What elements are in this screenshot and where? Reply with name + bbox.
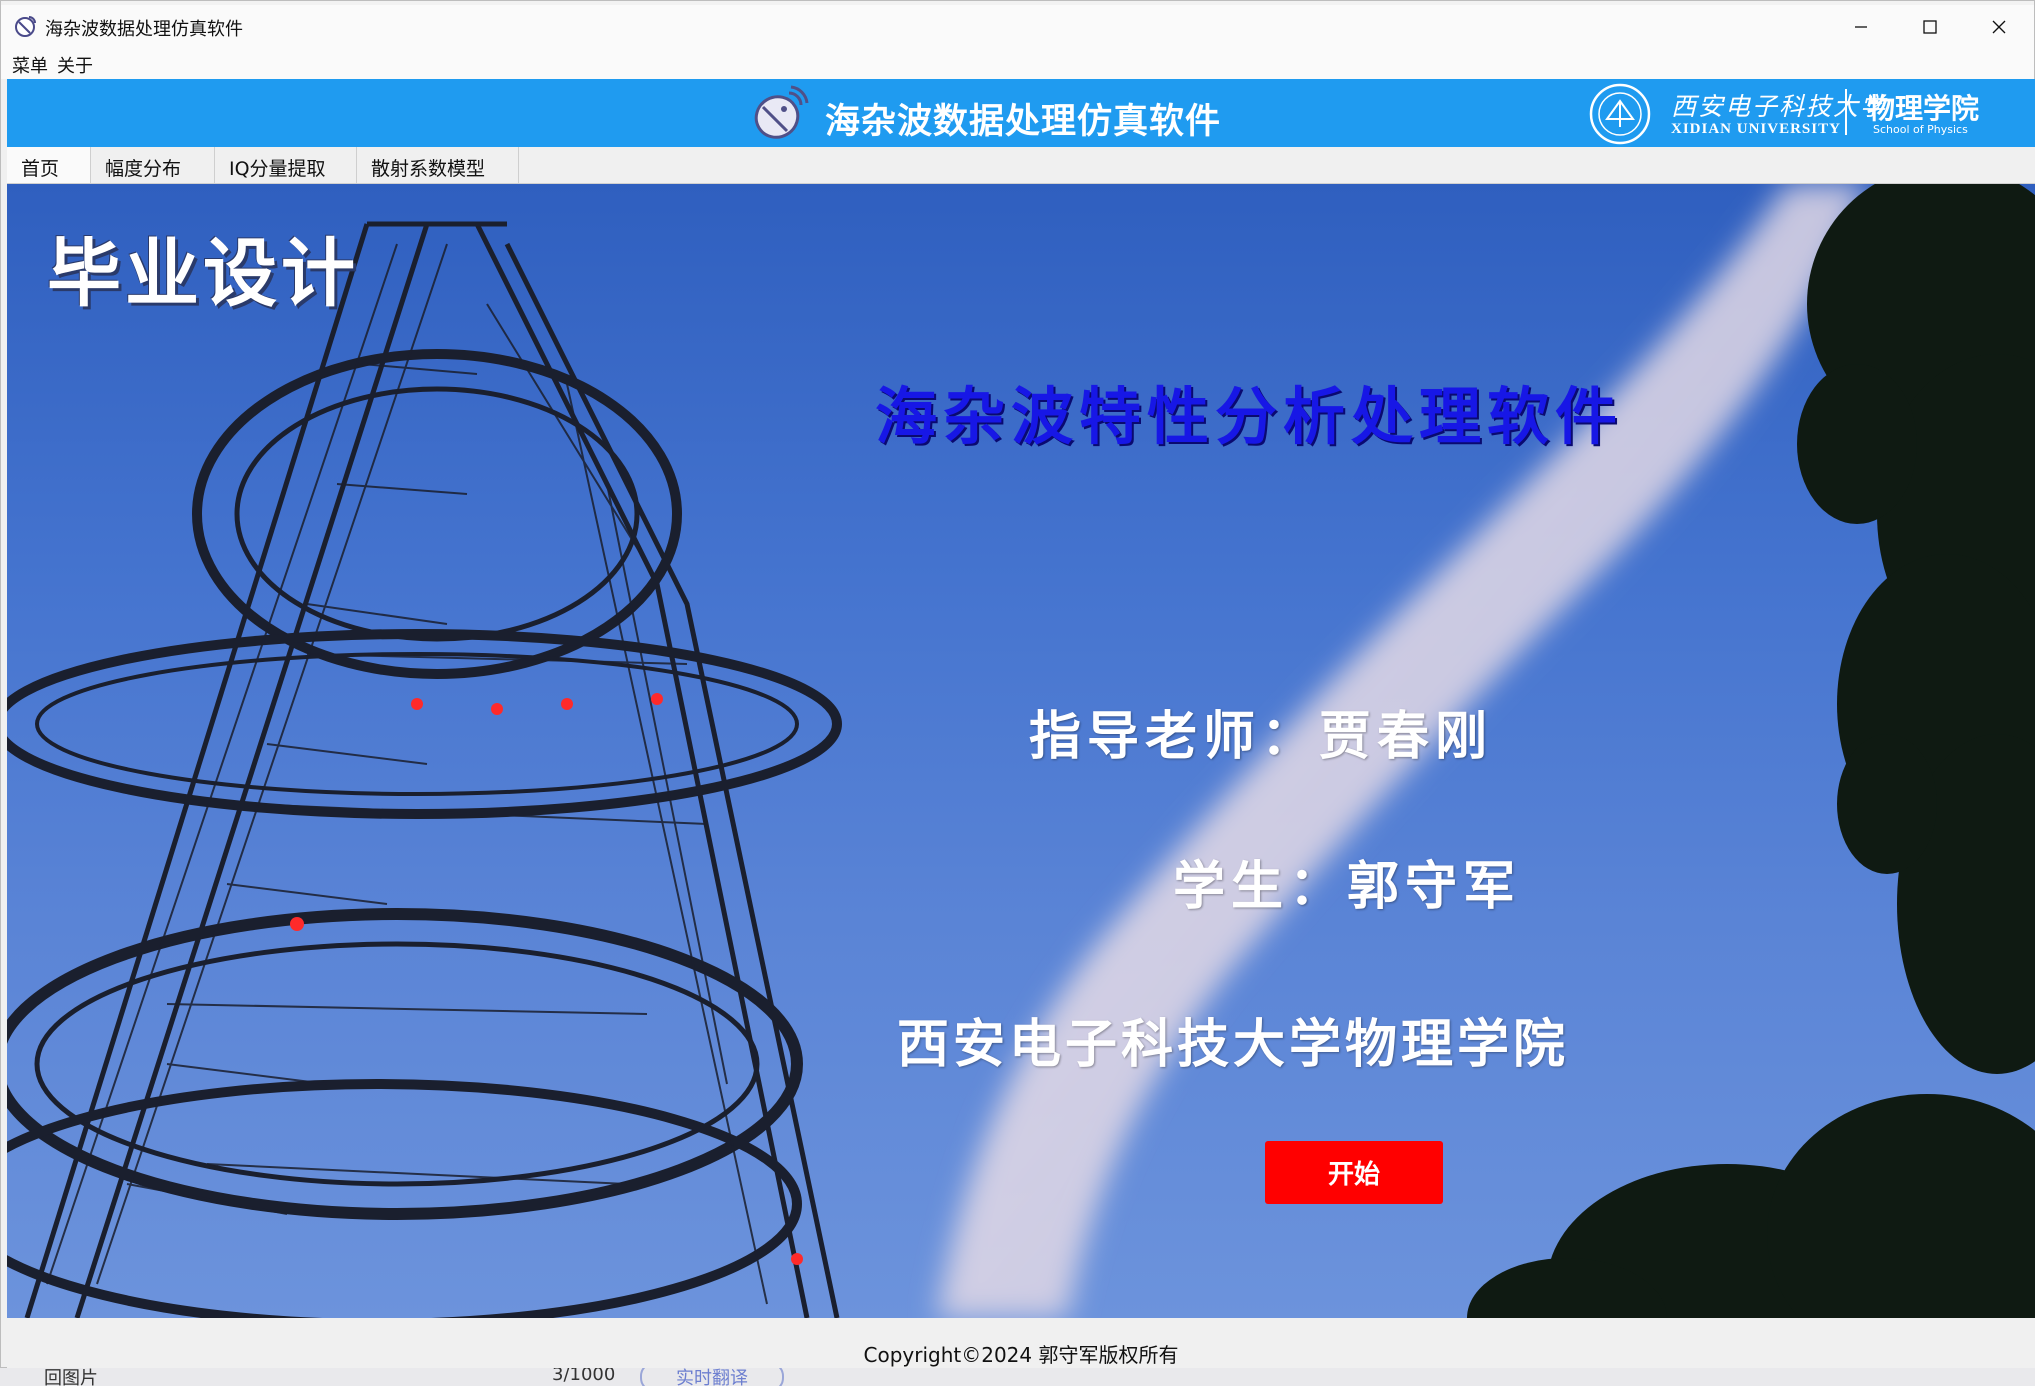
tab-iq-label: IQ分量提取 <box>229 158 326 180</box>
tab-amplitude-label: 幅度分布 <box>105 158 182 180</box>
maximize-button[interactable] <box>1896 5 1964 49</box>
university-name-cn: 西安电子科技大学 <box>1671 92 1888 121</box>
minimize-button[interactable] <box>1827 5 1895 49</box>
tab-scattering-model[interactable]: 散射系数模型 <box>357 147 519 183</box>
banner-title: 海杂波数据处理仿真软件 <box>825 102 1222 142</box>
hero-background-image <box>7 184 2035 1318</box>
software-title: 海杂波特性分析处理软件 <box>875 380 1624 453</box>
footer: Copyright©2024 郭守军版权所有 <box>7 1318 2035 1368</box>
background-window-strip: 回图片 3/1000 实时翻译 <box>0 1368 2035 1386</box>
start-button[interactable]: 开始 <box>1265 1141 1443 1204</box>
header-banner: 海杂波数据处理仿真软件 西安电子科技大学 XIDIAN UNIVERSITY 物… <box>7 79 2035 147</box>
background-translate-button[interactable]: 实时翻译 <box>640 1368 784 1386</box>
tab-amplitude-distribution[interactable]: 幅度分布 <box>91 147 215 183</box>
satellite-dish-icon <box>754 85 809 139</box>
maximize-icon <box>1923 20 1937 34</box>
home-hero: 毕业设计 海杂波特性分析处理软件 指导老师：贾春刚 学生：郭守军 西安电子科技大… <box>7 184 2035 1318</box>
copyright-text: Copyright©2024 郭守军版权所有 <box>863 1343 1179 1367</box>
graduation-design-label: 毕业设计 <box>47 231 359 317</box>
university-name-en: XIDIAN UNIVERSITY <box>1671 121 1841 137</box>
menu-item-menu[interactable]: 菜单 <box>12 52 48 78</box>
tab-home-label: 首页 <box>21 158 60 180</box>
student-text: 学生：郭守军 <box>1173 856 1522 917</box>
banner-divider <box>1845 89 1847 135</box>
tab-bar: 首页 幅度分布 IQ分量提取 散射系数模型 <box>7 147 2035 184</box>
background-text-1: 回图片 <box>44 1368 98 1386</box>
title-bar[interactable]: 海杂波数据处理仿真软件 <box>1 1 2034 49</box>
college-name-en: School of Physics <box>1873 123 1968 136</box>
minimize-icon <box>1855 26 1867 28</box>
menu-bar: 菜单 关于 <box>1 45 2034 79</box>
tab-iq-extraction[interactable]: IQ分量提取 <box>215 147 357 183</box>
background-text-2: 3/1000 <box>552 1368 616 1385</box>
tab-home[interactable]: 首页 <box>7 147 91 183</box>
advisor-text: 指导老师：贾春刚 <box>1029 706 1494 767</box>
app-window: 海杂波数据处理仿真软件 菜单 关于 海杂波数据处理仿真软件 西安电子科技大学 X… <box>0 0 2035 1368</box>
window-title: 海杂波数据处理仿真软件 <box>45 19 243 40</box>
satellite-dish-icon <box>15 16 36 37</box>
close-icon <box>1992 20 2006 34</box>
school-text: 西安电子科技大学物理学院 <box>897 1014 1570 1075</box>
college-name-cn: 物理学院 <box>1867 92 1980 125</box>
close-button[interactable] <box>1965 5 2033 49</box>
university-seal-icon <box>1589 83 1651 145</box>
menu-item-about[interactable]: 关于 <box>57 52 93 78</box>
tab-scattering-label: 散射系数模型 <box>371 158 486 180</box>
